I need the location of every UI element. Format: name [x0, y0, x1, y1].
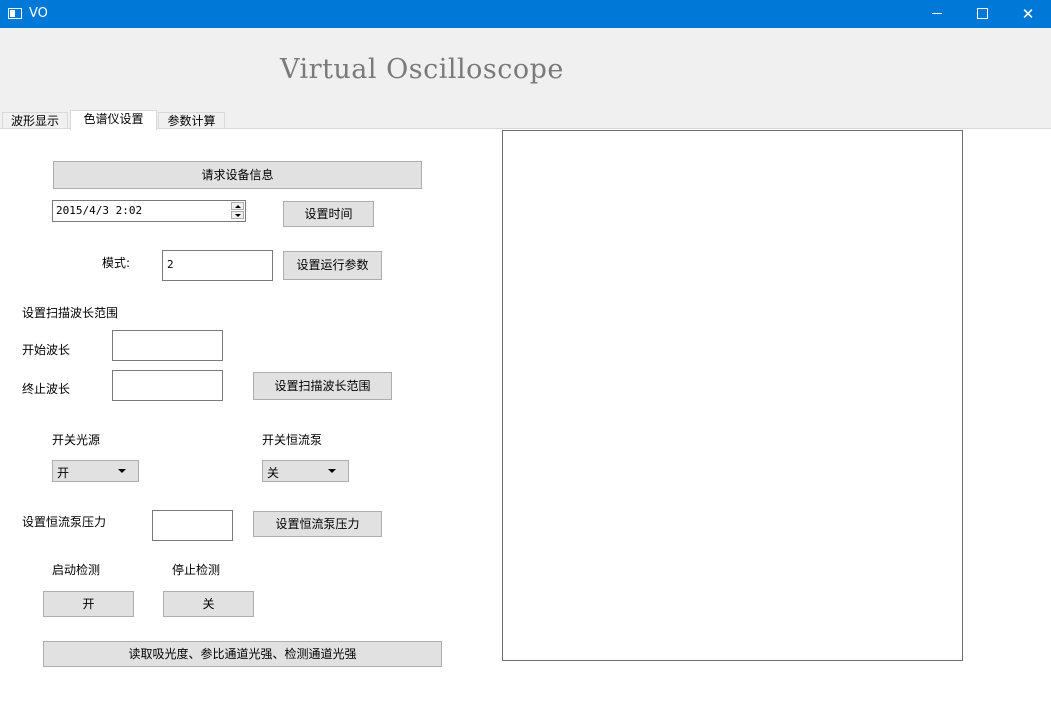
mode-input[interactable]: 2 — [162, 250, 273, 281]
stop-detect-label: 停止检测 — [172, 563, 221, 577]
dropdown-arrow-icon — [328, 469, 336, 473]
stop-detect-button[interactable]: 关 — [163, 591, 254, 617]
dropdown-arrow-icon — [118, 469, 126, 473]
tab-chromatograph-settings[interactable]: 色谱仪设置 — [70, 110, 157, 130]
title-bar: VO ✕ — [0, 0, 1051, 28]
pump-select[interactable]: 关 — [262, 460, 349, 482]
scan-range-heading: 设置扫描波长范围 — [22, 306, 119, 320]
datetime-spinner[interactable] — [231, 202, 244, 220]
tab-waveform[interactable]: 波形显示 — [2, 112, 68, 129]
pump-pressure-label: 设置恒流泵压力 — [22, 515, 107, 529]
spin-up-icon[interactable] — [231, 202, 244, 210]
plot-area — [502, 130, 963, 661]
datetime-picker[interactable]: 2015/4/3 2:02 — [52, 200, 246, 222]
set-time-button[interactable]: 设置时间 — [283, 201, 374, 227]
pump-label: 开关恒流泵 — [262, 433, 323, 447]
request-device-info-button[interactable]: 请求设备信息 — [53, 161, 422, 189]
window-title: VO — [29, 6, 48, 21]
set-run-params-button[interactable]: 设置运行参数 — [283, 251, 382, 280]
light-source-select[interactable]: 开 — [52, 460, 139, 482]
set-pump-pressure-button[interactable]: 设置恒流泵压力 — [253, 511, 382, 537]
start-wavelength-input[interactable] — [112, 330, 223, 361]
close-icon: ✕ — [1021, 5, 1035, 23]
mode-label: 模式: — [102, 256, 131, 270]
light-source-label: 开关光源 — [52, 433, 101, 447]
datetime-value: 2015/4/3 2:02 — [56, 204, 143, 217]
tab-parameter-calc[interactable]: 参数计算 — [158, 112, 225, 129]
end-wavelength-label: 终止波长 — [22, 382, 71, 396]
maximize-button[interactable] — [959, 0, 1005, 28]
app-heading: Virtual Oscilloscope — [280, 54, 564, 85]
maximize-icon — [976, 8, 988, 19]
minimize-icon — [932, 13, 942, 14]
start-detect-label: 启动检测 — [52, 563, 101, 577]
start-wavelength-label: 开始波长 — [22, 343, 71, 357]
minimize-button[interactable] — [914, 0, 960, 28]
spin-down-icon[interactable] — [231, 211, 244, 219]
pump-pressure-input[interactable] — [152, 510, 233, 541]
read-absorbance-button[interactable]: 读取吸光度、参比通道光强、检测通道光强 — [43, 641, 442, 667]
app-icon — [8, 8, 22, 19]
close-button[interactable]: ✕ — [1005, 0, 1051, 28]
start-detect-button[interactable]: 开 — [43, 591, 134, 617]
set-scan-range-button[interactable]: 设置扫描波长范围 — [253, 372, 392, 400]
light-source-value: 开 — [57, 466, 70, 480]
pump-value: 关 — [267, 466, 280, 480]
end-wavelength-input[interactable] — [112, 370, 223, 401]
